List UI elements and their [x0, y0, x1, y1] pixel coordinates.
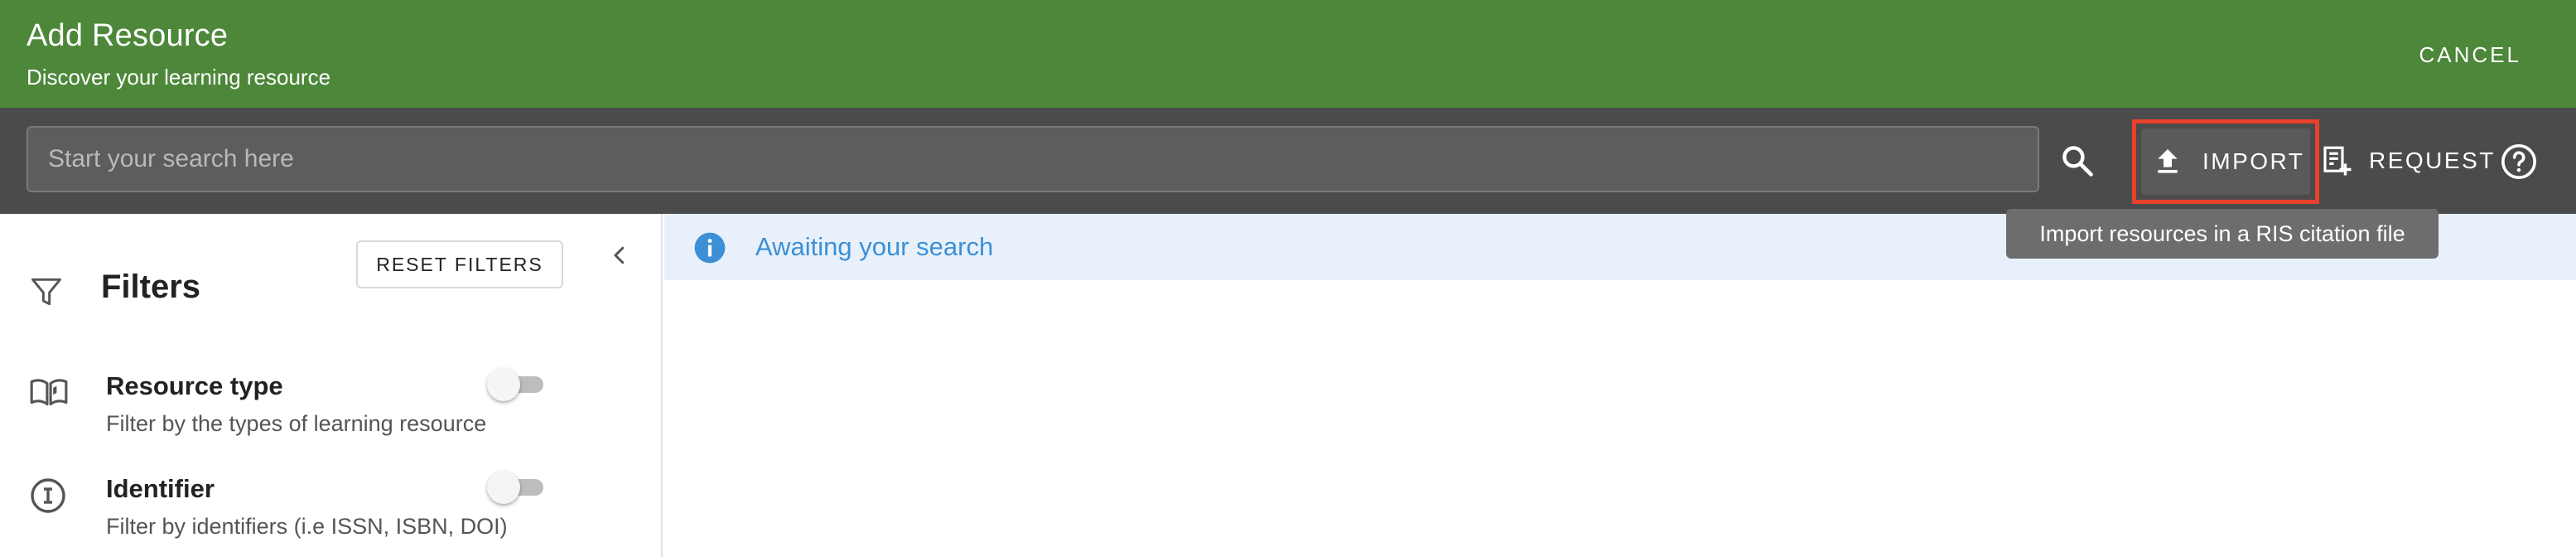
help-button[interactable] — [2498, 141, 2540, 182]
request-button-label: REQUEST — [2369, 148, 2496, 173]
import-tooltip: Import resources in a RIS citation file — [2006, 209, 2439, 259]
collapse-sidebar-button[interactable] — [603, 239, 636, 272]
search-toolbar: IMPORT REQUEST — [0, 108, 2576, 214]
filter-icon — [31, 278, 61, 306]
import-button-label: IMPORT — [2202, 148, 2305, 174]
filter-title-resource-type: Resource type — [106, 371, 283, 400]
page-subtitle: Discover your learning resource — [27, 65, 331, 90]
status-text: Awaiting your search — [755, 232, 994, 261]
open-book-icon — [30, 379, 68, 406]
filter-description-identifier: Filter by identifiers (i.e ISSN, ISBN, D… — [106, 514, 508, 539]
cancel-button[interactable]: CANCEL — [2398, 30, 2543, 80]
filters-sidebar: Filters RESET FILTERS Resource type Filt… — [0, 214, 663, 557]
toggle-knob — [487, 471, 520, 504]
resource-type-toggle[interactable] — [487, 368, 545, 401]
playlist-add-icon — [2323, 146, 2352, 176]
add-resource-page: Add Resource Discover your learning reso… — [0, 0, 2576, 557]
filter-description-resource-type: Filter by the types of learning resource — [106, 411, 487, 436]
search-icon — [2062, 146, 2093, 177]
toggle-knob — [487, 368, 520, 401]
chevron-left-icon — [614, 246, 625, 264]
page-title: Add Resource — [27, 18, 229, 53]
filter-title-identifier: Identifier — [106, 474, 215, 503]
upload-icon — [2158, 149, 2178, 173]
search-input[interactable] — [27, 126, 2039, 192]
import-button[interactable]: IMPORT — [2132, 119, 2319, 204]
search-button[interactable] — [2054, 138, 2101, 184]
reset-filters-button[interactable]: RESET FILTERS — [356, 240, 563, 288]
identifier-icon — [31, 478, 65, 513]
results-area: Awaiting your search — [664, 214, 2576, 557]
app-header: Add Resource Discover your learning reso… — [0, 0, 2576, 108]
identifier-toggle[interactable] — [487, 471, 545, 504]
help-circle-icon — [2501, 144, 2536, 179]
request-button[interactable]: REQUEST — [2319, 126, 2496, 196]
info-icon — [694, 232, 726, 264]
filters-title: Filters — [101, 269, 201, 305]
